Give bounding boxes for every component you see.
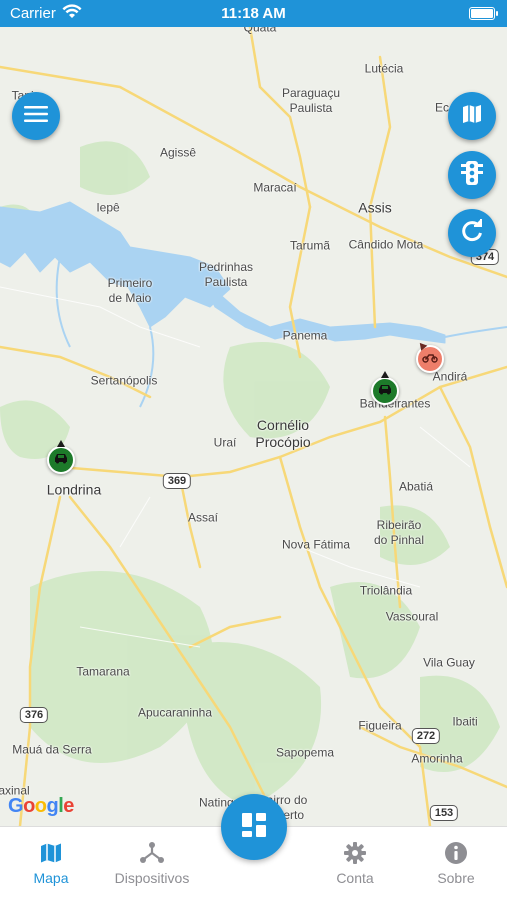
- refresh-button[interactable]: [448, 209, 496, 257]
- place-cornelio-procopio: Cornélio Procópio: [255, 417, 311, 450]
- tab-conta-label: Conta: [336, 870, 374, 886]
- vehicle-marker-bandeirantes[interactable]: [371, 377, 399, 405]
- tab-mapa[interactable]: Mapa: [1, 827, 101, 901]
- menu-button[interactable]: [12, 92, 60, 140]
- google-logo: Google: [8, 795, 74, 817]
- vehicle-marker-andira[interactable]: [416, 345, 444, 373]
- tab-mapa-label: Mapa: [33, 870, 69, 886]
- place-lutecia: Lutécia: [364, 61, 404, 76]
- place-vila-guay: Vila Guay: [423, 655, 475, 670]
- status-bar: Carrier 11:18 AM: [0, 0, 507, 27]
- place-sapopema: Sapopema: [275, 745, 335, 760]
- traffic-button[interactable]: [448, 151, 496, 199]
- vehicle-marker-londrina[interactable]: [47, 446, 75, 474]
- place-echapora: Ec: [434, 100, 450, 115]
- place-abatia: Abatiá: [398, 479, 434, 494]
- place-sertanopolis: Sertanópolis: [90, 373, 158, 388]
- road-shield-272: 272: [411, 728, 441, 744]
- road-shield-376: 376: [19, 707, 49, 723]
- place-tamarana: Tamarana: [76, 664, 130, 679]
- place-assis: Assis: [358, 199, 392, 216]
- place-primeiro-de-maio: Primeiro de Maio: [107, 276, 153, 305]
- place-londrina: Londrina: [46, 481, 102, 498]
- map-base-layer: [0, 27, 507, 826]
- tab-sobre-label: Sobre: [437, 870, 475, 886]
- place-iepe: Iepê: [96, 200, 120, 215]
- motorcycle-icon: [422, 350, 438, 368]
- place-ribeirao-do-pinhal: Ribeirão do Pinhal: [373, 518, 425, 547]
- place-ibaiti: Ibaiti: [452, 714, 478, 729]
- place-figueira: Figueira: [358, 718, 402, 733]
- car-icon: [377, 382, 393, 400]
- car-icon: [53, 451, 69, 469]
- tab-dispositivos-label: Dispositivos: [114, 870, 190, 886]
- place-assai: Assaí: [187, 510, 219, 525]
- network-icon: [139, 841, 165, 870]
- gear-icon: [343, 841, 367, 870]
- place-candido-mota: Cândido Mota: [348, 237, 424, 252]
- place-pedrinhas-paulista: Pedrinhas Paulista: [198, 260, 254, 289]
- place-panema: Panema: [282, 328, 328, 343]
- refresh-icon: [459, 218, 485, 249]
- clock: 11:18 AM: [221, 5, 286, 22]
- place-urai: Uraí: [213, 435, 237, 450]
- map-icon: [39, 841, 63, 870]
- map-icon: [460, 102, 484, 131]
- info-icon: [444, 841, 468, 870]
- dashboard-button[interactable]: [221, 794, 287, 860]
- tab-conta[interactable]: Conta: [305, 827, 405, 901]
- map-view[interactable]: Quatá Lutécia Tapia Paraguaçu Paulista E…: [0, 27, 507, 826]
- place-maracai: Maracaí: [253, 180, 297, 195]
- battery-icon: [469, 7, 498, 20]
- place-agisse: Agissê: [159, 145, 197, 160]
- road-shield-153: 153: [429, 805, 459, 821]
- place-paraguacu-paulista: Paraguaçu Paulista: [281, 86, 341, 115]
- place-vassoural: Vassoural: [385, 609, 439, 624]
- road-shield-369: 369: [162, 473, 192, 489]
- traffic-light-icon: [460, 160, 484, 191]
- place-maua-da-serra: Mauá da Serra: [12, 742, 92, 757]
- dashboard-icon: [241, 812, 267, 843]
- place-nova-fatima: Nova Fátima: [281, 537, 351, 552]
- place-amorinha: Amorinha: [411, 751, 463, 766]
- place-triolandia: Triolândia: [359, 583, 413, 598]
- place-quata: Quatá: [243, 27, 277, 35]
- tab-dispositivos[interactable]: Dispositivos: [102, 827, 202, 901]
- hamburger-icon: [24, 105, 48, 128]
- place-andira: Andirá: [432, 369, 468, 384]
- map-type-button[interactable]: [448, 92, 496, 140]
- place-apucaraninha: Apucaraninha: [137, 705, 213, 720]
- place-taruma: Tarumã: [289, 238, 331, 253]
- tab-sobre[interactable]: Sobre: [406, 827, 506, 901]
